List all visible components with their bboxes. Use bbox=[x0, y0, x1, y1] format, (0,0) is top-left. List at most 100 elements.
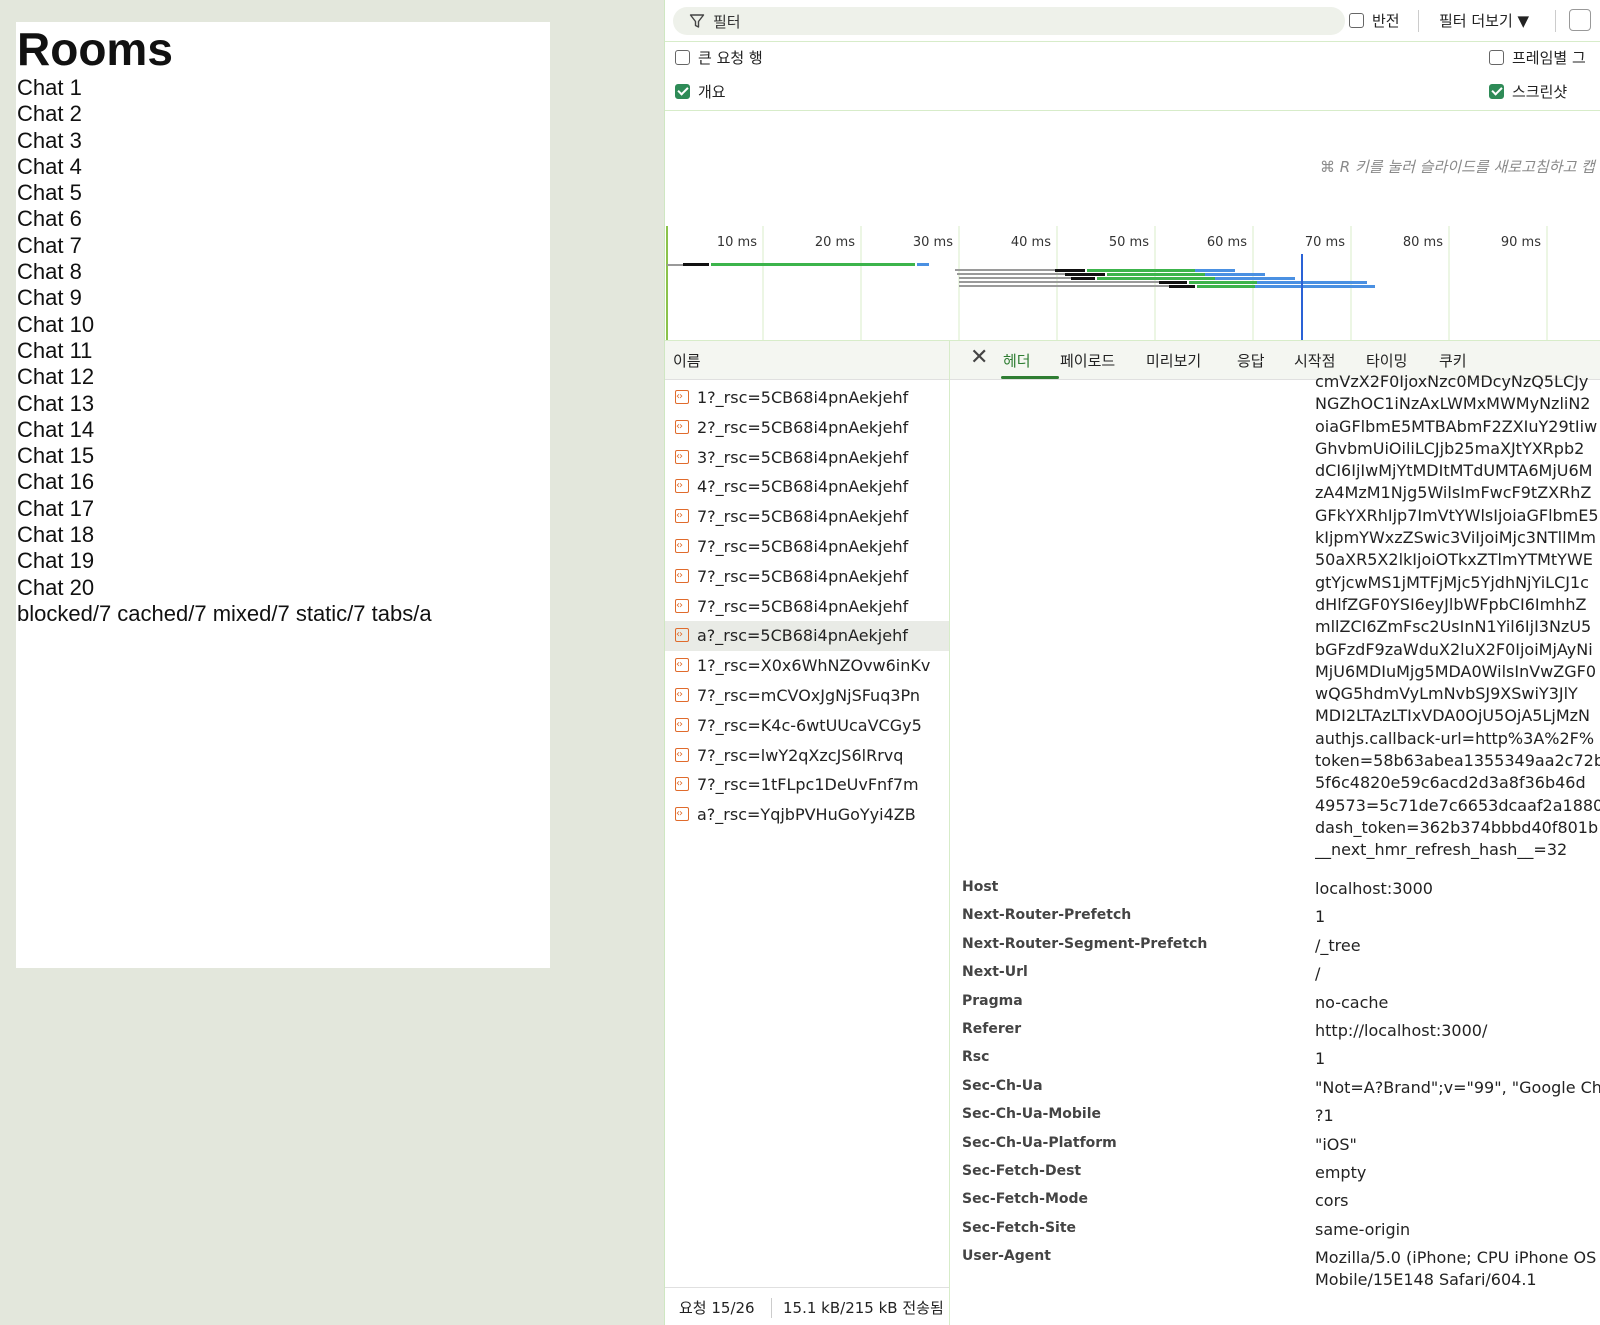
fetch-request-icon bbox=[675, 650, 689, 680]
request-row[interactable]: a?_rsc=YqjbPVHuGoYyi4ZB bbox=[665, 799, 949, 830]
checkbox-icon bbox=[1489, 50, 1504, 65]
request-row[interactable]: 2?_rsc=5CB68i4pnAekjehf bbox=[665, 412, 949, 443]
cookie-value-line: token=58b63abea1355349aa2c72b bbox=[1315, 751, 1600, 771]
chat-link[interactable]: Chat 6 bbox=[17, 206, 550, 232]
chat-link[interactable]: Chat 8 bbox=[17, 259, 550, 285]
request-row[interactable]: 7?_rsc=5CB68i4pnAekjehf bbox=[665, 591, 949, 622]
request-row[interactable]: 3?_rsc=5CB68i4pnAekjehf bbox=[665, 442, 949, 473]
request-name: 7?_rsc=mCVOxJgNjSFuq3Pn bbox=[697, 685, 921, 705]
request-row[interactable]: 7?_rsc=5CB68i4pnAekjehf bbox=[665, 561, 949, 592]
request-row[interactable]: 7?_rsc=K4c-6wtUUcaVCGy5 bbox=[665, 710, 949, 741]
chat-link[interactable]: Chat 10 bbox=[17, 312, 550, 338]
header-value: "Not=A?Brand";v="99", "Google Ch bbox=[1315, 1077, 1600, 1097]
request-row[interactable]: 4?_rsc=5CB68i4pnAekjehf bbox=[665, 471, 949, 502]
fetch-request-icon bbox=[675, 591, 689, 620]
waterfall-content-bar bbox=[1255, 285, 1375, 288]
header-name: User-Agent bbox=[962, 1248, 1051, 1265]
chat-link[interactable]: Chat 9 bbox=[17, 285, 550, 311]
timeline-tick-label: 20 ms bbox=[815, 235, 855, 250]
chat-link[interactable]: Chat 17 bbox=[17, 496, 550, 522]
tab-3[interactable]: 응답 bbox=[1237, 350, 1265, 371]
request-row[interactable]: 7?_rsc=5CB68i4pnAekjehf bbox=[665, 501, 949, 532]
tab-6[interactable]: 쿠키 bbox=[1439, 350, 1467, 371]
chat-link[interactable]: Chat 13 bbox=[17, 391, 550, 417]
close-icon[interactable]: ✕ bbox=[970, 345, 988, 370]
more-filters-dropdown[interactable]: 필터 더보기 ▼ bbox=[1439, 10, 1529, 31]
timeline-overview[interactable]: 10 ms 20 ms 30 ms 40 ms 50 ms 60 ms 70 ms 80 ms… bbox=[665, 226, 1600, 341]
group-by-frame-checkbox[interactable]: 프레임별 그 bbox=[1489, 47, 1586, 68]
chat-link[interactable]: Chat 4 bbox=[17, 154, 550, 180]
header-name: Next-Router-Segment-Prefetch bbox=[962, 935, 1208, 952]
request-name: 7?_rsc=5CB68i4pnAekjehf bbox=[697, 536, 909, 556]
tab-1[interactable]: 페이로드 bbox=[1060, 350, 1115, 371]
request-name: a?_rsc=5CB68i4pnAekjehf bbox=[697, 626, 908, 646]
chat-link[interactable]: Chat 12 bbox=[17, 364, 550, 390]
filter-input[interactable]: 필터 bbox=[673, 7, 1345, 35]
fetch-request-icon bbox=[675, 710, 689, 740]
big-request-rows-checkbox[interactable]: 큰 요청 행 bbox=[675, 47, 763, 68]
chat-link[interactable]: Chat 1 bbox=[17, 75, 550, 101]
requests-list-panel: 이름 1?_rsc=5CB68i4pnAekjehf 2?_rsc=5CB68i4… bbox=[665, 341, 950, 1325]
timeline-tick-label: 50 ms bbox=[1109, 235, 1149, 250]
chat-list: Chat 1 Chat 2 Chat 3 Chat 4 Chat 5 Chat 6 Chat… bbox=[17, 75, 550, 601]
waterfall-download-bar bbox=[1107, 273, 1217, 276]
settings-icon[interactable] bbox=[1569, 9, 1591, 31]
chat-link[interactable]: Chat 5 bbox=[17, 180, 550, 206]
chat-link[interactable]: Chat 20 bbox=[17, 575, 550, 601]
overview-checkbox[interactable]: 개요 bbox=[675, 81, 726, 102]
fetch-request-icon bbox=[675, 561, 689, 591]
header-name: Sec-Fetch-Mode bbox=[962, 1191, 1089, 1208]
cookie-value-line: 49573=5c71de7c6653dcaaf2a1880 bbox=[1315, 795, 1600, 815]
request-name: 7?_rsc=1tFLpc1DeUvFnf7m bbox=[697, 775, 919, 795]
request-row[interactable]: 7?_rsc=1tFLpc1DeUvFnf7m bbox=[665, 769, 949, 800]
chat-link[interactable]: Chat 3 bbox=[17, 128, 550, 154]
chat-link[interactable]: Chat 18 bbox=[17, 522, 550, 548]
tab-2[interactable]: 미리보기 bbox=[1146, 350, 1201, 371]
header-value: no-cache bbox=[1315, 992, 1389, 1012]
chat-link[interactable]: Chat 2 bbox=[17, 101, 550, 127]
chat-link[interactable]: Chat 15 bbox=[17, 443, 550, 469]
cookie-value-line: 5f6c4820e59c6acd2d3a8f36b46d bbox=[1315, 773, 1586, 793]
chat-link[interactable]: Chat 7 bbox=[17, 233, 550, 259]
request-name: 7?_rsc=lwY2qXzcJS6lRrvq bbox=[697, 745, 904, 765]
links-line[interactable]: blocked/7 cached/7 mixed/7 static/7 tabs… bbox=[17, 601, 550, 627]
request-row[interactable]: a?_rsc=5CB68i4pnAekjehf bbox=[665, 620, 949, 652]
tab-5[interactable]: 타이밍 bbox=[1366, 350, 1407, 371]
request-row[interactable]: 1?_rsc=5CB68i4pnAekjehf bbox=[665, 382, 949, 413]
cookie-value-line: __next_hmr_refresh_hash__=32 bbox=[1315, 840, 1568, 860]
request-name: 7?_rsc=5CB68i4pnAekjehf bbox=[697, 596, 909, 616]
filter-placeholder: 필터 bbox=[713, 13, 741, 31]
request-row[interactable]: 7?_rsc=lwY2qXzcJS6lRrvq bbox=[665, 740, 949, 771]
request-row[interactable]: 7?_rsc=5CB68i4pnAekjehf bbox=[665, 531, 949, 562]
name-column-header[interactable]: 이름 bbox=[665, 341, 949, 380]
waterfall-content-bar bbox=[1205, 273, 1265, 276]
devtools-network-panel: 필터 반전 필터 더보기 ▼ 큰 요청 행 프레임별 그 개요 스크린샷 ⌘ R… bbox=[664, 0, 1600, 1325]
chat-link[interactable]: Chat 11 bbox=[17, 338, 550, 364]
header-name: Host bbox=[962, 879, 999, 895]
tab-4[interactable]: 시작점 bbox=[1294, 350, 1335, 371]
request-name: a?_rsc=YqjbPVHuGoYyi4ZB bbox=[697, 805, 916, 825]
waterfall-wait-bar bbox=[1065, 273, 1105, 276]
header-name: Sec-Fetch-Dest bbox=[962, 1163, 1082, 1179]
header-name: Sec-Fetch-Site bbox=[962, 1219, 1077, 1236]
timeline-chart: 10 ms 20 ms 30 ms 40 ms 50 ms 60 ms 70 ms 80 ms… bbox=[666, 226, 1548, 340]
network-toolbar: 필터 반전 필터 더보기 ▼ bbox=[665, 0, 1600, 42]
cookie-value-line: GFkYXRhIjp7ImVtYWlsIjoiaGFlbmE5 bbox=[1315, 505, 1599, 525]
fetch-request-icon bbox=[675, 740, 689, 769]
header-value: / bbox=[1315, 964, 1321, 984]
cookie-value-line: dash_token=362b374bbbd40f801b bbox=[1315, 817, 1599, 837]
timeline-tick-label: 30 ms bbox=[913, 235, 953, 250]
request-row[interactable]: 7?_rsc=mCVOxJgNjSFuq3Pn bbox=[665, 680, 949, 711]
chat-link[interactable]: Chat 19 bbox=[17, 548, 550, 574]
fetch-request-icon bbox=[675, 412, 689, 442]
request-name: 2?_rsc=5CB68i4pnAekjehf bbox=[697, 417, 909, 437]
header-value: same-origin bbox=[1315, 1219, 1411, 1239]
screenshots-checkbox[interactable]: 스크린샷 bbox=[1489, 81, 1567, 102]
invert-checkbox[interactable]: 반전 bbox=[1349, 10, 1400, 31]
tab-0[interactable]: 헤더 bbox=[1003, 350, 1031, 371]
chat-link[interactable]: Chat 14 bbox=[17, 417, 550, 443]
cookie-value-line: wQG5hdmVyLmNvbSJ9XSwiY3JlY bbox=[1315, 684, 1578, 704]
chat-link[interactable]: Chat 16 bbox=[17, 469, 550, 495]
request-row[interactable]: 1?_rsc=X0x6WhNZOvw6inKv bbox=[665, 650, 949, 681]
timeline-tick-label: 40 ms bbox=[1011, 235, 1051, 250]
